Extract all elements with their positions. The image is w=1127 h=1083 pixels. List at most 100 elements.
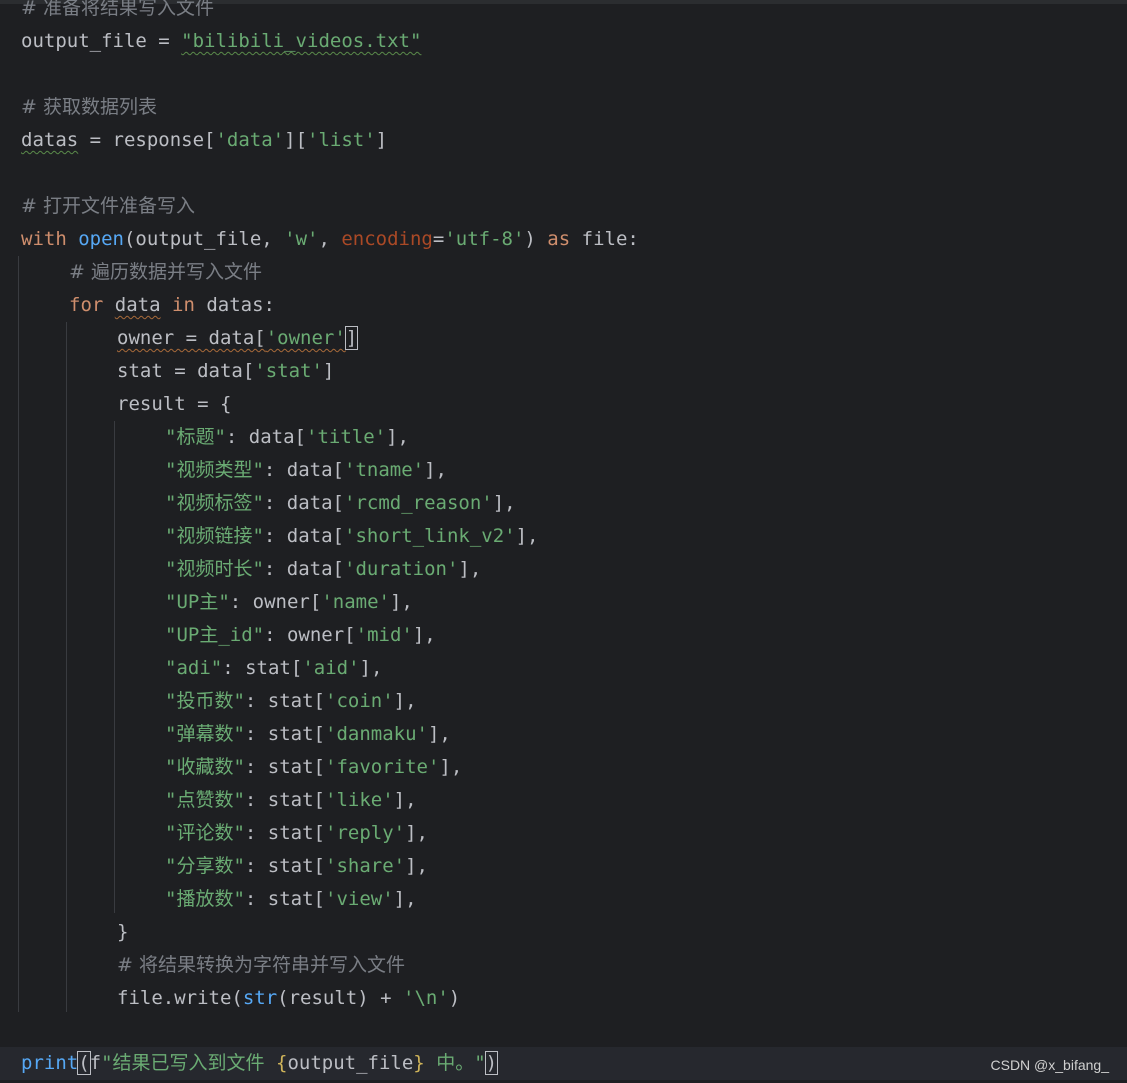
dict-key: "标题" (165, 426, 226, 448)
dict-source: data (286, 492, 333, 514)
dict-key: "视频链接" (165, 525, 264, 547)
code-editor[interactable]: # 准备将结果写入文件 output_file = "bilibili_vide… (0, 0, 1127, 1083)
code-segment: = (432, 228, 445, 250)
variable: output_file (21, 30, 147, 52)
dict-key: "收藏数" (165, 756, 245, 778)
code-text: "UP主": owner['name'], (165, 591, 413, 613)
fstring-prefix: f (89, 1052, 102, 1074)
dict-key: "弹幕数" (165, 723, 245, 745)
variable: output_file (287, 1052, 414, 1074)
code-segment: ) (448, 987, 461, 1009)
string-literal: 'stat' (254, 360, 323, 382)
dict-source: data (248, 426, 295, 448)
current-code-line[interactable]: print(f"结果已写入到文件 {output_file} 中。") (0, 1047, 1127, 1080)
indent-guide (114, 421, 115, 913)
dict-index: 'aid' (302, 657, 360, 679)
indent-guide (66, 322, 67, 1012)
code-segment: , (318, 228, 342, 250)
fstring-brace: { (276, 1052, 288, 1074)
comment: # 获取数据列表 (21, 96, 157, 118)
code-line[interactable]: # 准备将结果写入文件 (0, 0, 214, 25)
dict-index: 'tname' (344, 459, 425, 481)
code-line[interactable]: # 遍历数据并写入文件 (0, 256, 262, 289)
code-segment: } (117, 921, 129, 943)
code-line[interactable]: with open(output_file, 'w', encoding='ut… (0, 223, 639, 256)
dict-key: "UP主" (165, 591, 230, 613)
code-line[interactable]: # 将结果转换为字符串并写入文件 (0, 949, 405, 982)
code-text: "分享数": stat['share'], (165, 855, 428, 877)
dict-index: 'duration' (344, 558, 459, 580)
code-line[interactable]: datas = response['data']['list'] (0, 124, 387, 157)
dict-key: "分享数" (165, 855, 245, 877)
code-text: "弹幕数": stat['danmaku'], (165, 723, 451, 745)
string-literal: 'list' (307, 129, 376, 151)
string-literal: 'owner' (265, 327, 346, 349)
code-segment: = response[ (78, 129, 216, 151)
code-text: "收藏数": stat['favorite'], (165, 756, 463, 778)
code-line[interactable]: file.write(str(result) + '\n') (0, 982, 460, 1015)
dict-key: "评论数" (165, 822, 245, 844)
code-segment: owner = data[ (117, 327, 266, 349)
code-segment: file.write( (117, 987, 243, 1009)
dict-key: "UP主_id" (165, 624, 265, 646)
dict-source: owner (286, 624, 345, 646)
string-literal: 'data' (215, 129, 285, 151)
code-text: "视频链接": data['short_link_v2'], (165, 525, 539, 547)
code-text: stat = data['stat'] (117, 355, 334, 388)
keyword: as (547, 228, 571, 250)
dict-index: 'view' (325, 888, 394, 910)
code-text: "视频时长": data['duration'], (165, 558, 482, 580)
dict-index: 'mid' (355, 624, 413, 646)
code-segment: ] (375, 129, 388, 151)
code-segment: (result) + (277, 987, 404, 1009)
dict-index: 'title' (306, 426, 387, 448)
builtin-function: print (21, 1052, 79, 1074)
code-text: output_file = "bilibili_videos.txt" (21, 25, 421, 58)
code-segment: file: (570, 228, 639, 250)
dict-key: "视频类型" (165, 459, 264, 481)
comment: # 准备将结果写入文件 (21, 0, 214, 19)
code-segment: ] (322, 360, 335, 382)
code-text: "点赞数": stat['like'], (165, 789, 417, 811)
code-text: "视频标签": data['rcmd_reason'], (165, 492, 516, 514)
code-line[interactable]: result = { (0, 388, 231, 421)
dict-source: stat (267, 723, 314, 745)
bracket: ] (344, 326, 359, 350)
variable: data (114, 294, 161, 316)
dict-index: 'reply' (325, 822, 406, 844)
dict-index: 'favorite' (325, 756, 440, 778)
dict-index: 'rcmd_reason' (344, 492, 493, 514)
variable: datas (21, 129, 79, 151)
comment: # 将结果转换为字符串并写入文件 (117, 954, 405, 976)
code-text: for data in datas: (69, 289, 275, 322)
fstring-brace: } (413, 1052, 425, 1074)
comment: # 遍历数据并写入文件 (69, 261, 262, 283)
code-segment: result = { (117, 393, 232, 415)
code-line[interactable]: for data in datas: (0, 289, 275, 322)
dict-source: data (286, 525, 333, 547)
code-text: "评论数": stat['reply'], (165, 822, 428, 844)
string-literal: 中。" (424, 1052, 486, 1074)
code-text: "视频类型": data['tname'], (165, 459, 447, 481)
code-line[interactable]: output_file = "bilibili_videos.txt" (0, 25, 421, 58)
comment: # 打开文件准备写入 (21, 195, 195, 217)
keyword: in (172, 294, 195, 316)
keyword: for (69, 294, 104, 316)
code-line[interactable]: stat = data['stat'] (0, 355, 334, 388)
dict-index: 'share' (325, 855, 406, 877)
code-line[interactable]: # 打开文件准备写入 (0, 190, 195, 223)
code-text: print(f"结果已写入到文件 {output_file} 中。") (21, 1047, 499, 1080)
code-line[interactable]: } (0, 916, 128, 949)
code-text: with open(output_file, 'w', encoding='ut… (21, 223, 639, 256)
code-line[interactable]: owner = data['owner'] (0, 322, 359, 355)
string-literal: 'utf-8' (444, 228, 525, 250)
watermark: CSDN @x_bifang_ (990, 1057, 1110, 1073)
dict-source: stat (267, 789, 314, 811)
dict-index: 'coin' (325, 690, 394, 712)
keyword-argument: encoding (341, 228, 433, 250)
dict-key: "投币数" (165, 690, 245, 712)
code-segment: (output_file, (123, 228, 285, 250)
code-line[interactable]: # 获取数据列表 (0, 91, 157, 124)
bracket: ( (77, 1051, 91, 1075)
code-segment: ][ (284, 129, 308, 151)
